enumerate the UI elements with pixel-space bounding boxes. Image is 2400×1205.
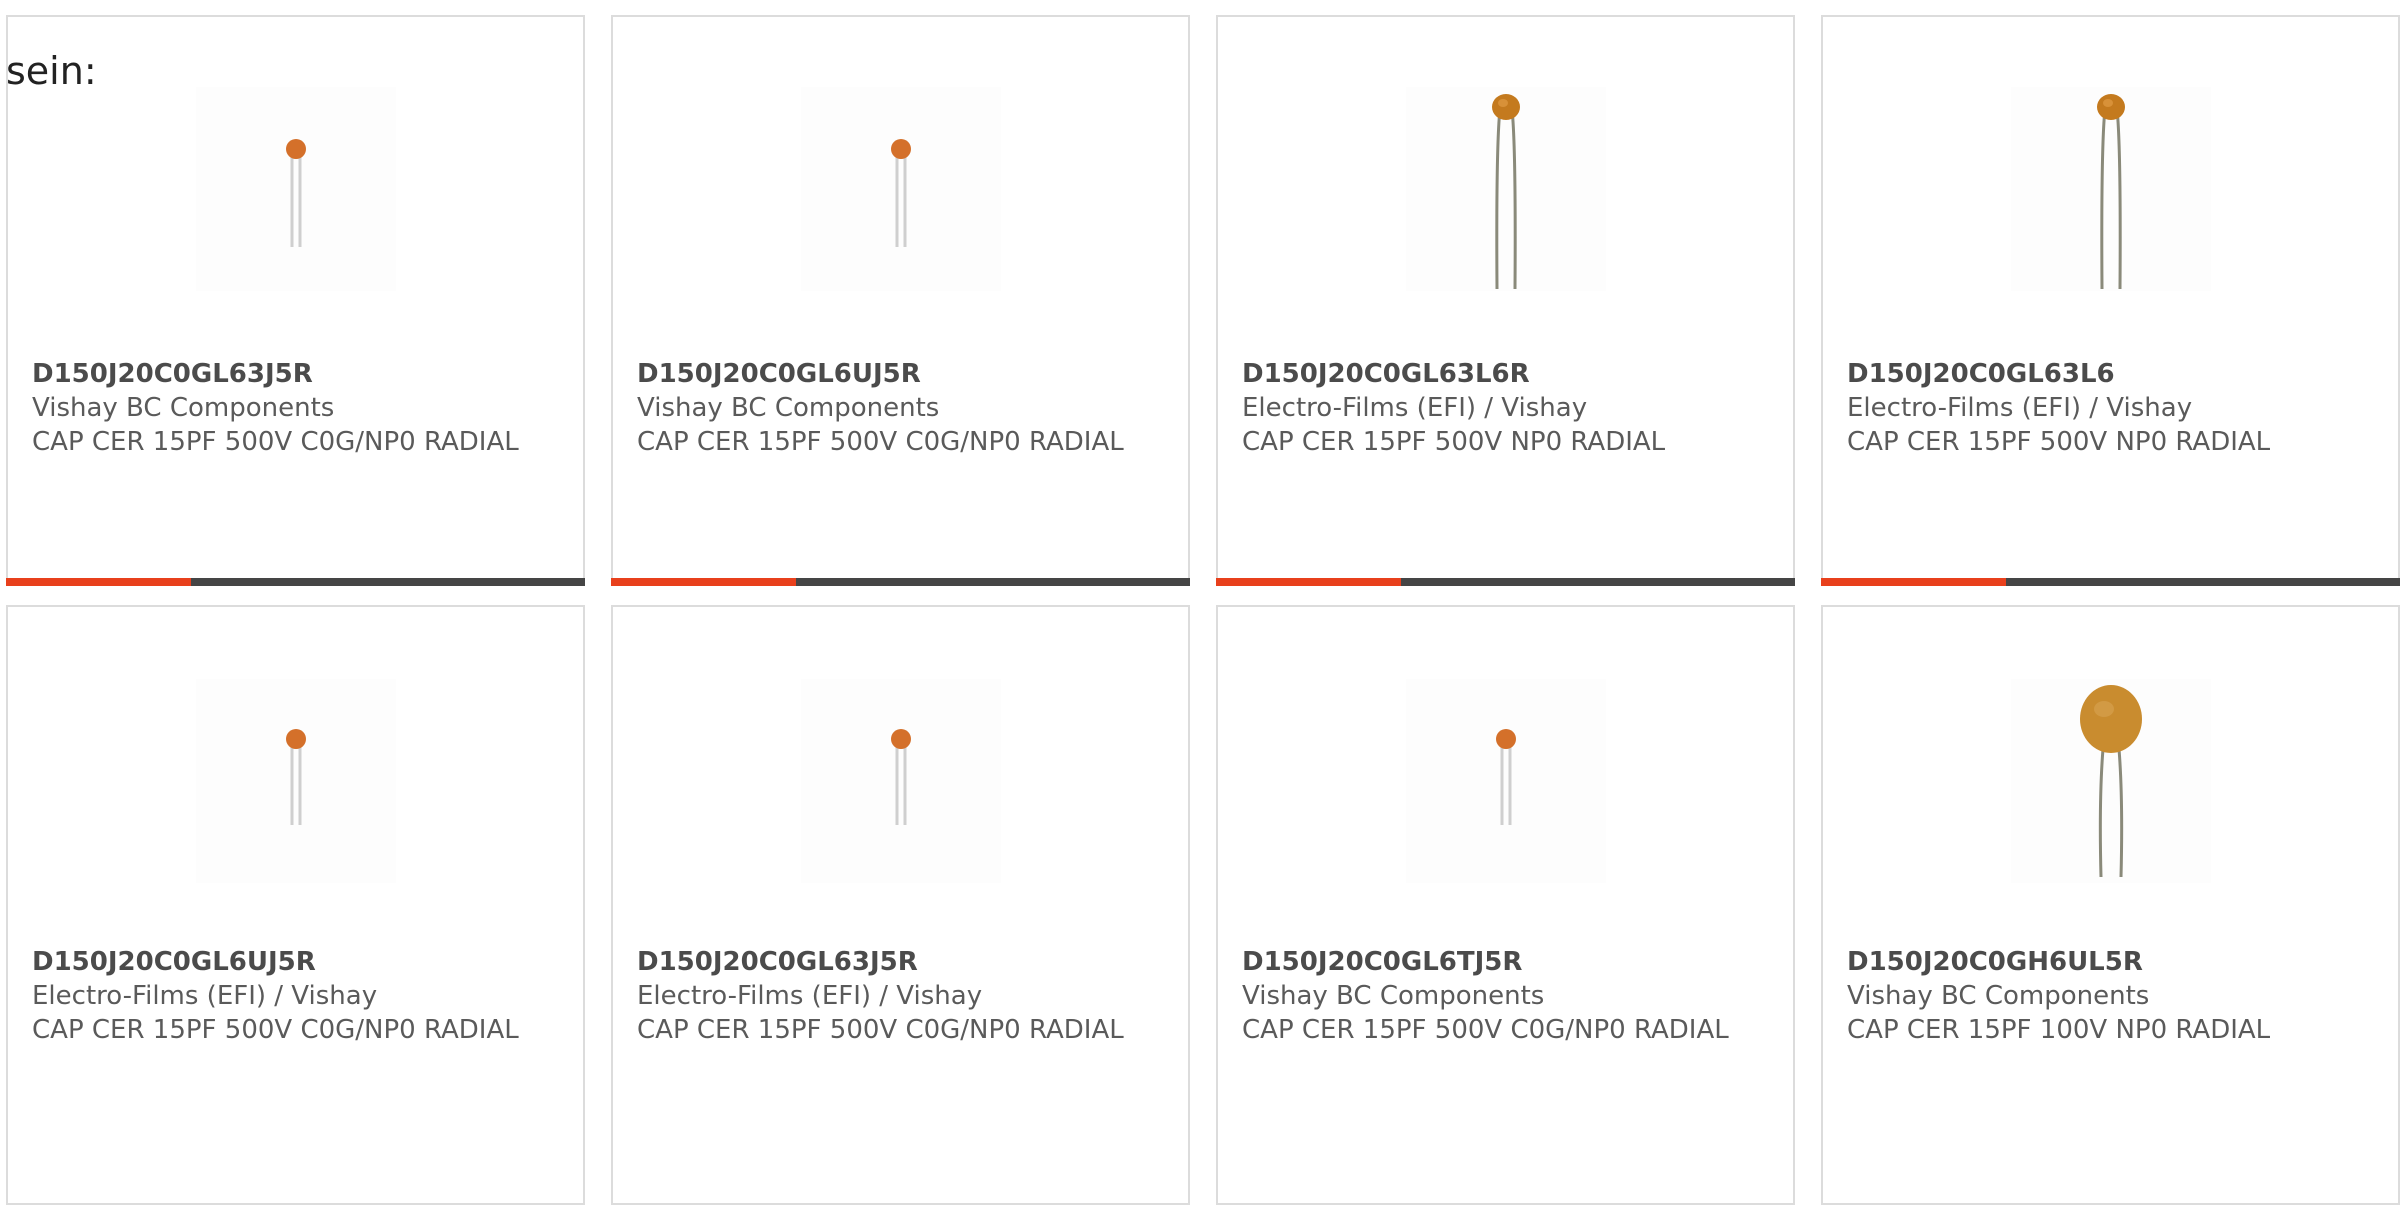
progress-bar (1216, 578, 1795, 586)
manufacturer-label: Electro-Films (EFI) / Vishay (1847, 393, 2193, 423)
product-card[interactable]: D150J20C0GL63L6R Electro-Films (EFI) / V… (1216, 15, 1795, 586)
product-card[interactable]: D150J20C0GH6UL5R Vishay BC Components CA… (1821, 605, 2400, 1205)
disc-ceramic-capacitor-icon (2079, 685, 2142, 878)
manufacturer-label: Vishay BC Components (32, 393, 335, 423)
product-image[interactable] (800, 87, 1001, 291)
description-label: CAP CER 15PF 500V NP0 RADIAL (1847, 427, 2271, 457)
progress-bar (611, 578, 1190, 586)
part-number-link[interactable]: D150J20C0GL6UJ5R (32, 945, 562, 979)
progress-fill (611, 578, 797, 586)
manufacturer-label: Vishay BC Components (1242, 981, 1545, 1011)
manufacturer-label: Electro-Films (EFI) / Vishay (32, 981, 378, 1011)
manufacturer-label: Electro-Films (EFI) / Vishay (1242, 393, 1588, 423)
description-label: CAP CER 15PF 500V C0G/NP0 RADIAL (32, 1015, 519, 1045)
progress-bar (1821, 578, 2400, 586)
product-card[interactable]: D150J20C0GL6UJ5R Electro-Films (EFI) / V… (6, 605, 585, 1205)
description-label: CAP CER 15PF 500V C0G/NP0 RADIAL (1242, 1015, 1729, 1045)
product-card[interactable]: D150J20C0GL63J5R Vishay BC Components CA… (6, 15, 585, 586)
product-card[interactable]: D150J20C0GL6UJ5R Vishay BC Components CA… (611, 15, 1190, 586)
manufacturer-label: Electro-Films (EFI) / Vishay (637, 981, 983, 1011)
small-ceramic-capacitor-icon (1495, 729, 1516, 825)
part-number-link[interactable]: D150J20C0GL63L6 (1847, 357, 2377, 391)
description-label: CAP CER 15PF 500V C0G/NP0 RADIAL (32, 427, 519, 457)
product-image[interactable] (2010, 87, 2211, 291)
product-card[interactable]: D150J20C0GL6TJ5R Vishay BC Components CA… (1216, 605, 1795, 1205)
long-lead-ceramic-capacitor-icon (1491, 94, 1520, 290)
small-ceramic-capacitor-icon (890, 139, 911, 247)
small-ceramic-capacitor-icon (890, 729, 911, 825)
product-card[interactable]: D150J20C0GL63J5R Electro-Films (EFI) / V… (611, 605, 1190, 1205)
product-grid: D150J20C0GL63J5R Vishay BC Components CA… (6, 15, 2400, 1205)
part-number-link[interactable]: D150J20C0GL63J5R (32, 357, 562, 391)
manufacturer-label: Vishay BC Components (1847, 981, 2150, 1011)
intro-text: sein: (6, 49, 97, 93)
part-number-link[interactable]: D150J20C0GL6UJ5R (637, 357, 1167, 391)
product-image[interactable] (1405, 679, 1606, 883)
description-label: CAP CER 15PF 500V NP0 RADIAL (1242, 427, 1666, 457)
part-number-link[interactable]: D150J20C0GL6TJ5R (1242, 945, 1772, 979)
part-number-link[interactable]: D150J20C0GL63J5R (637, 945, 1167, 979)
progress-fill (6, 578, 192, 586)
part-number-link[interactable]: D150J20C0GH6UL5R (1847, 945, 2377, 979)
product-image[interactable] (195, 679, 396, 883)
part-number-link[interactable]: D150J20C0GL63L6R (1242, 357, 1772, 391)
product-image[interactable] (195, 87, 396, 291)
description-label: CAP CER 15PF 500V C0G/NP0 RADIAL (637, 1015, 1124, 1045)
product-image[interactable] (2010, 679, 2211, 883)
small-ceramic-capacitor-icon (285, 729, 306, 825)
product-card[interactable]: D150J20C0GL63L6 Electro-Films (EFI) / Vi… (1821, 15, 2400, 586)
small-ceramic-capacitor-icon (285, 139, 306, 247)
product-image[interactable] (800, 679, 1001, 883)
description-label: CAP CER 15PF 100V NP0 RADIAL (1847, 1015, 2271, 1045)
progress-fill (1821, 578, 2007, 586)
product-image[interactable] (1405, 87, 1606, 291)
manufacturer-label: Vishay BC Components (637, 393, 940, 423)
progress-bar (6, 578, 585, 586)
progress-fill (1216, 578, 1402, 586)
long-lead-ceramic-capacitor-icon (2096, 94, 2125, 290)
description-label: CAP CER 15PF 500V C0G/NP0 RADIAL (637, 427, 1124, 457)
